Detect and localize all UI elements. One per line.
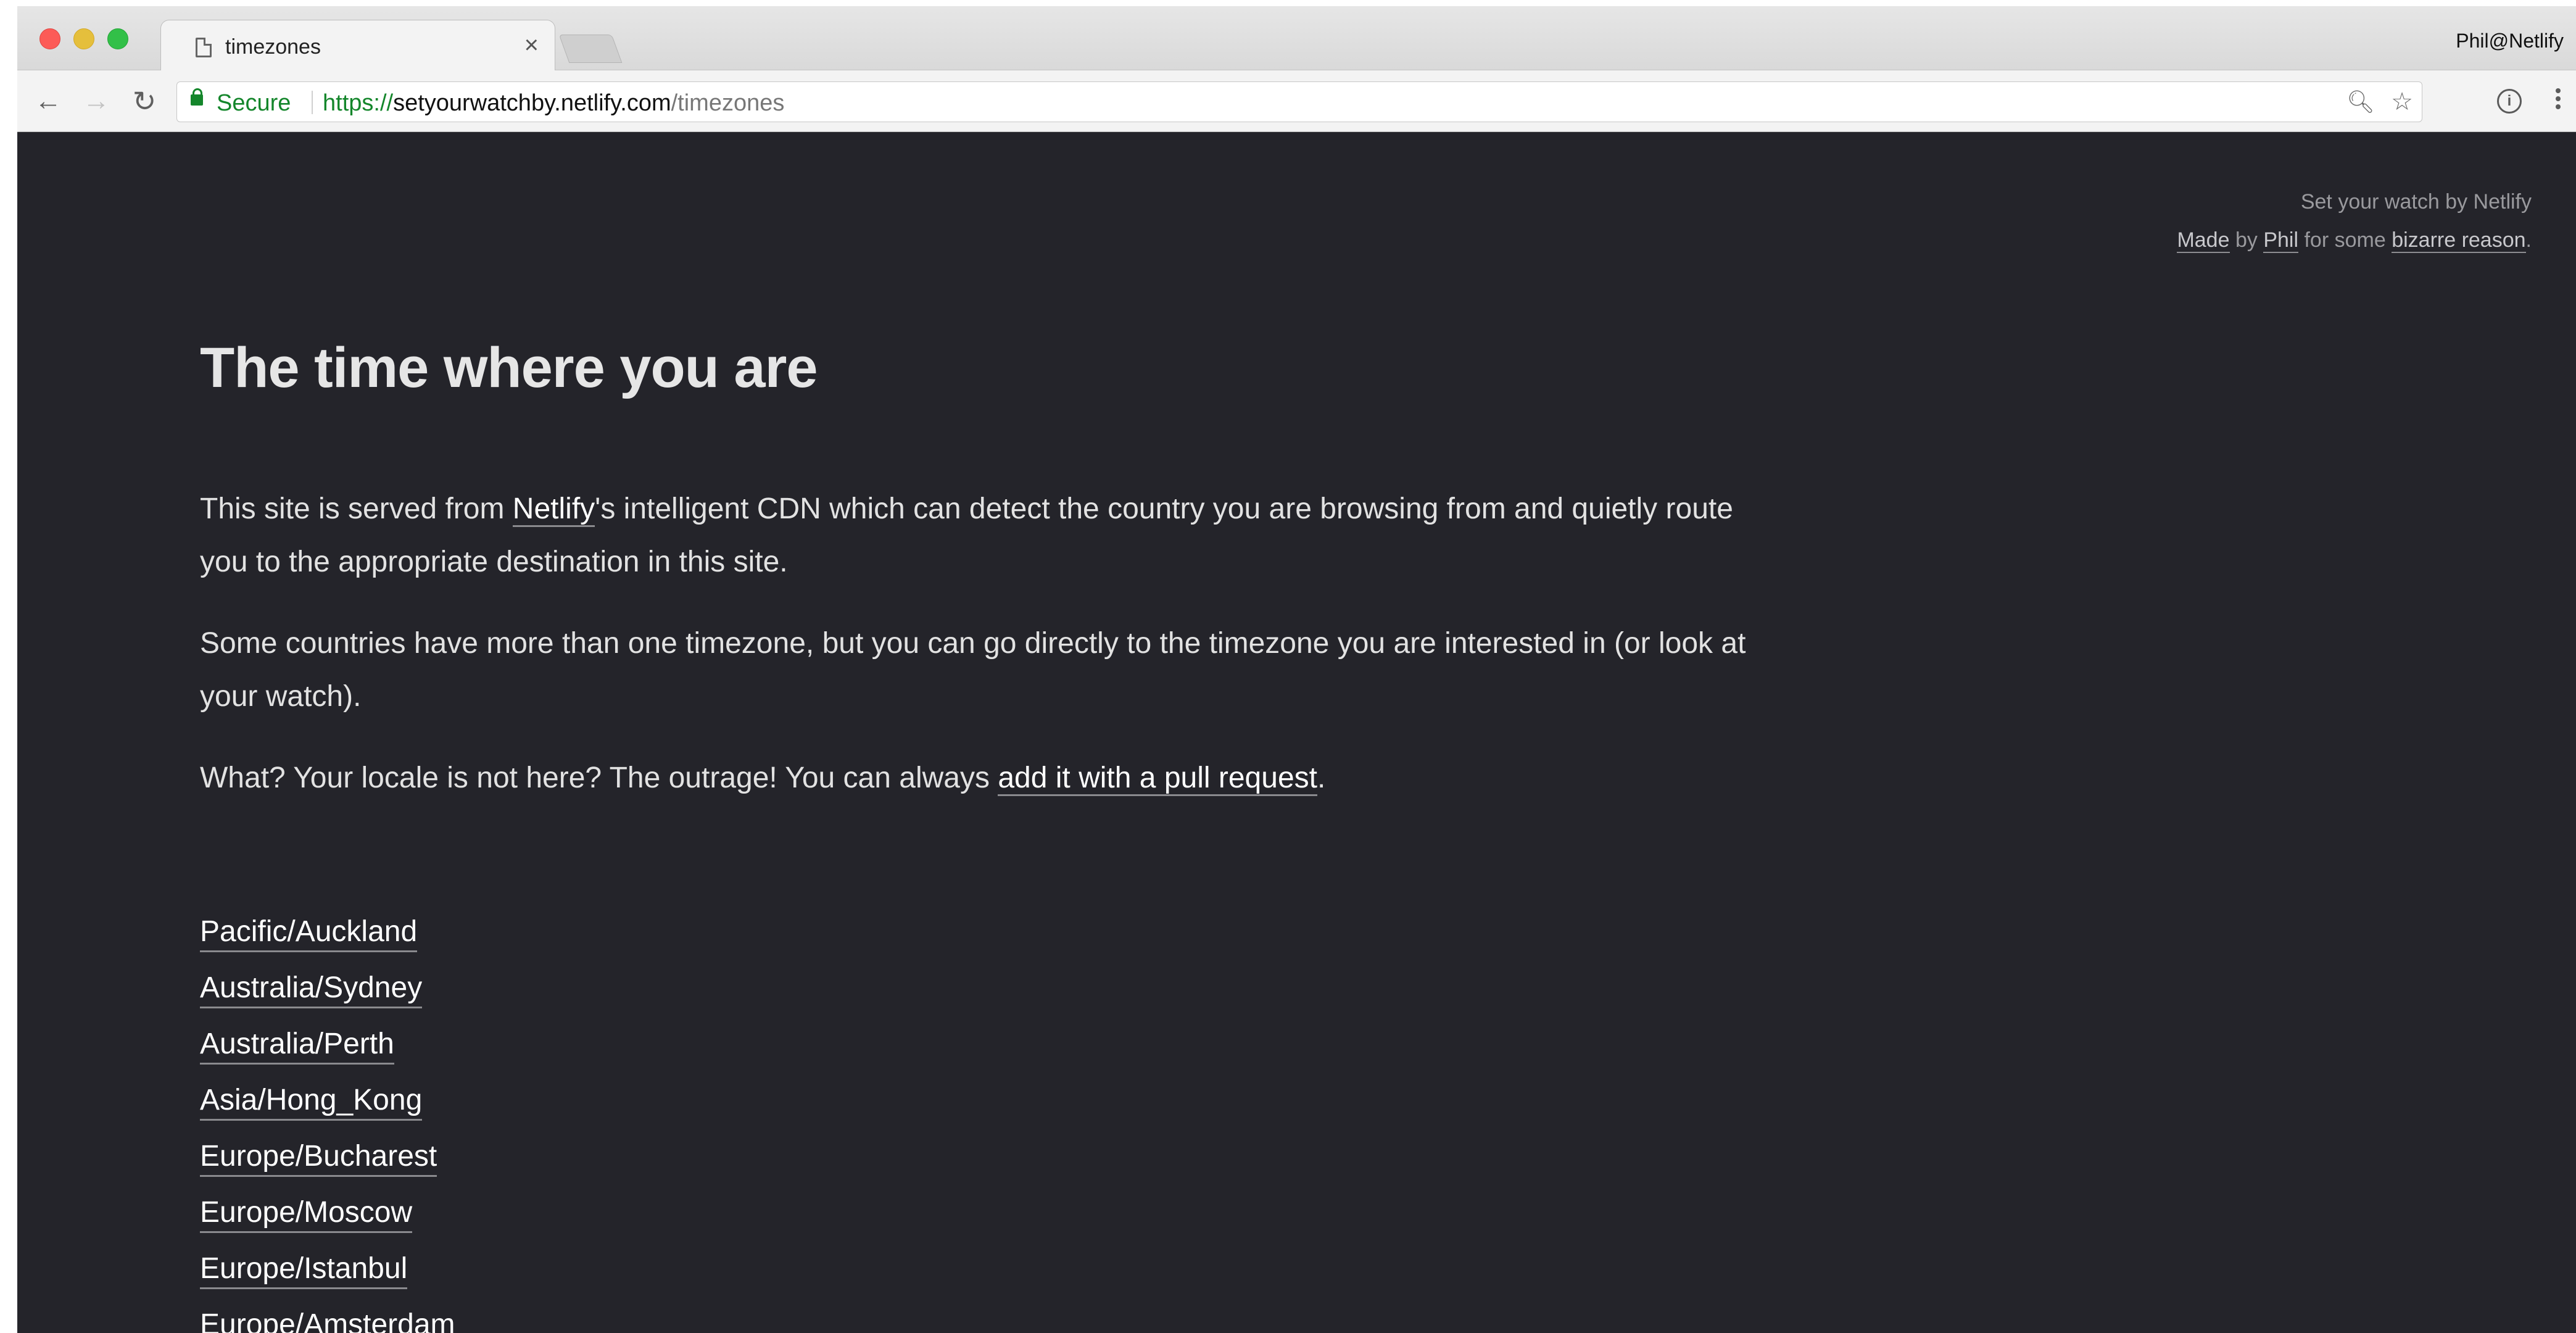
timezone-paragraph: Some countries have more than one timezo…: [200, 627, 1746, 713]
close-icon[interactable]: ×: [524, 33, 539, 57]
pull-request-link[interactable]: add it with a pull request: [998, 762, 1317, 796]
list-item: Europe/Moscow: [200, 1184, 455, 1240]
maximize-window-button[interactable]: [107, 28, 128, 49]
list-item: Australia/Sydney: [200, 960, 455, 1016]
intro-text-before: This site is served from: [200, 492, 513, 525]
timezone-link[interactable]: Europe/Moscow: [200, 1196, 413, 1233]
url-text[interactable]: https://setyourwatchby.netlify.com/timez…: [323, 90, 784, 117]
menu-dots-icon[interactable]: [2555, 85, 2561, 116]
new-tab-button[interactable]: [558, 35, 623, 63]
locale-text-before: What? Your locale is not here? The outra…: [200, 762, 998, 794]
page-content: Set your watch by Netlify Made by Phil f…: [17, 132, 2576, 1333]
tab-title: timezones: [225, 35, 321, 59]
for-some-text: for some: [2304, 228, 2386, 252]
intro-text: This site is served from Netlify's intel…: [200, 483, 1755, 833]
reload-icon[interactable]: ↻: [130, 86, 159, 116]
list-item: Europe/Bucharest: [200, 1128, 455, 1184]
toolbar: ← → ↻ Secure https://setyourwatchby.netl…: [17, 70, 2576, 132]
page-icon: [196, 38, 212, 57]
minimize-window-button[interactable]: [73, 28, 94, 49]
netlify-link[interactable]: Netlify: [512, 492, 595, 527]
divider: [312, 91, 313, 114]
lock-icon: [191, 88, 203, 106]
locale-paragraph: What? Your locale is not here? The outra…: [200, 752, 1755, 805]
forward-arrow-icon[interactable]: →: [81, 86, 111, 116]
list-item: Europe/Amsterdam: [200, 1297, 455, 1333]
bookmark-star-icon[interactable]: ☆: [2390, 89, 2414, 114]
timezone-link[interactable]: Europe/Amsterdam: [200, 1308, 455, 1333]
bizarre-reason-link[interactable]: bizarre reason: [2392, 228, 2526, 253]
url-path: /timezones: [671, 90, 785, 116]
info-icon[interactable]: i: [2497, 89, 2522, 114]
by-text: by: [2235, 228, 2258, 252]
phil-link[interactable]: Phil: [2263, 228, 2299, 253]
made-link[interactable]: Made: [2177, 228, 2230, 253]
list-item: Europe/Istanbul: [200, 1240, 455, 1297]
timezone-link[interactable]: Pacific/Auckland: [200, 915, 418, 952]
locale-text-after: .: [1317, 762, 1326, 794]
desktop-edge: [0, 0, 17, 1333]
tab-strip: timezones × Phil@Netlify: [17, 6, 2576, 72]
credits-line: Made by Phil for some bizarre reason.: [2177, 221, 2532, 259]
back-arrow-icon[interactable]: ←: [33, 86, 63, 116]
timezone-link[interactable]: Australia/Perth: [200, 1028, 394, 1065]
browser-window: timezones × Phil@Netlify ← → ↻ Secure ht…: [17, 6, 2576, 1333]
close-window-button[interactable]: [39, 28, 60, 49]
site-name: Set your watch by Netlify: [2300, 190, 2532, 214]
address-bar[interactable]: Secure https://setyourwatchby.netlify.co…: [176, 81, 2422, 122]
profile-name[interactable]: Phil@Netlify: [2456, 30, 2564, 52]
page-title: The time where you are: [200, 336, 818, 399]
timezone-link[interactable]: Europe/Istanbul: [200, 1252, 408, 1289]
url-host: setyourwatchby.netlify.com: [393, 90, 671, 116]
site-credits: Set your watch by Netlify Made by Phil f…: [2177, 183, 2532, 259]
zoom-icon[interactable]: 🔍︎: [2346, 89, 2375, 114]
intro-paragraph: This site is served from Netlify's intel…: [200, 483, 1755, 589]
timezone-link[interactable]: Europe/Bucharest: [200, 1140, 437, 1177]
list-item: Pacific/Auckland: [200, 903, 455, 960]
period: .: [2525, 228, 2532, 252]
timezone-list: Pacific/Auckland Australia/Sydney Austra…: [200, 903, 455, 1333]
tab-timezones[interactable]: timezones ×: [160, 20, 555, 72]
list-item: Australia/Perth: [200, 1016, 455, 1072]
timezone-link[interactable]: Asia/Hong_Kong: [200, 1084, 423, 1121]
timezone-link[interactable]: Australia/Sydney: [200, 971, 423, 1008]
secure-label[interactable]: Secure: [217, 90, 291, 117]
url-scheme: https://: [323, 90, 394, 116]
list-item: Asia/Hong_Kong: [200, 1072, 455, 1128]
